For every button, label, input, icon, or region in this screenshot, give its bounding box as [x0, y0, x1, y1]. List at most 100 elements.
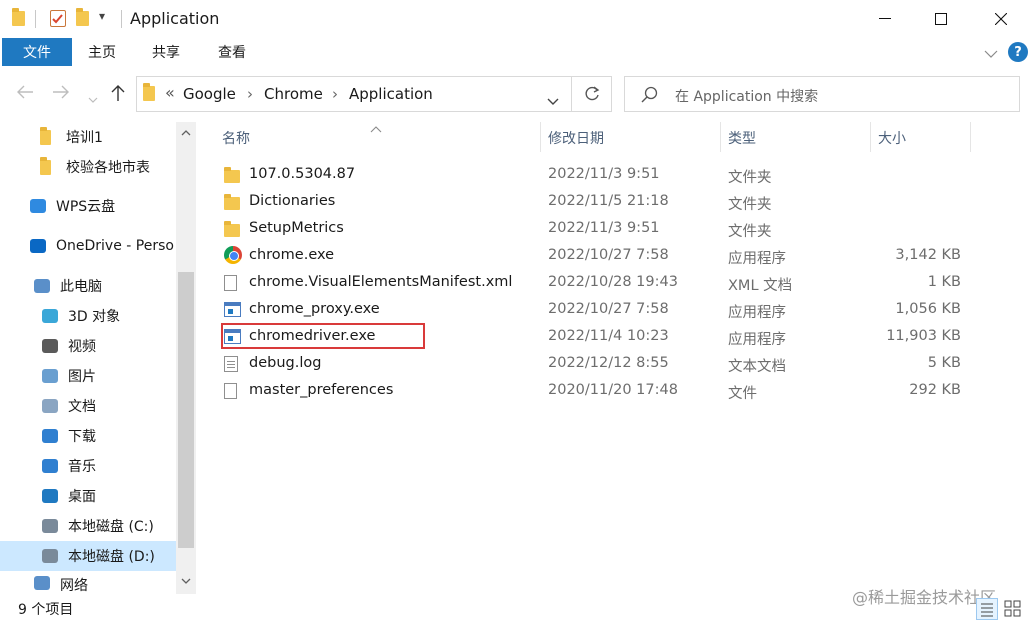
cloud-icon	[30, 198, 48, 214]
folder-icon	[40, 157, 58, 175]
3d-objects-icon	[42, 308, 60, 324]
file-size: 1,056 KB	[895, 301, 961, 317]
address-bar[interactable]: « Google › Chrome › Application	[136, 76, 572, 112]
column-header-type[interactable]: 类型	[728, 128, 756, 150]
column-header-name[interactable]: 名称	[222, 128, 250, 150]
sidebar-item-label: 网络	[60, 578, 88, 594]
up-arrow-icon[interactable]	[110, 84, 126, 106]
breadcrumb-google[interactable]: Google	[183, 85, 236, 103]
scroll-down-icon[interactable]	[176, 572, 196, 590]
search-placeholder: 在 Application 中搜索	[675, 89, 819, 105]
maximize-icon	[935, 13, 947, 25]
minimize-button[interactable]	[862, 0, 908, 38]
sidebar-item[interactable]: 校验各地市表	[0, 152, 176, 182]
sidebar-item-label: 下载	[68, 429, 96, 445]
help-button[interactable]: ?	[1008, 42, 1028, 62]
file-row[interactable]: master_preferences 2020/11/20 17:48 文件 292 …	[220, 378, 980, 405]
sidebar-item[interactable]: 图片	[0, 361, 176, 391]
ribbon-expand-icon[interactable]	[984, 44, 998, 63]
file-row[interactable]: debug.log 2022/12/12 8:55 文本文档 5 KB	[220, 351, 980, 378]
search-icon	[641, 86, 659, 108]
column-divider[interactable]	[720, 122, 721, 152]
file-row[interactable]: chrome.VisualElementsManifest.xml 2022/10…	[220, 270, 980, 297]
sidebar-item[interactable]: 3D 对象	[0, 301, 176, 331]
file-name: chrome.VisualElementsManifest.xml	[249, 274, 513, 290]
file-type: 应用程序	[728, 332, 786, 348]
sidebar-item[interactable]: 本地磁盘 (C:)	[0, 511, 176, 541]
close-button[interactable]	[978, 0, 1024, 38]
details-view-icon	[981, 603, 993, 617]
log-icon	[224, 356, 238, 372]
maximize-button[interactable]	[918, 0, 964, 38]
search-box[interactable]: 在 Application 中搜索	[624, 76, 1020, 112]
address-dropdown-icon[interactable]	[547, 91, 559, 110]
breadcrumb-separator-icon[interactable]: ›	[247, 85, 253, 103]
computer-icon	[34, 278, 52, 294]
sidebar-item[interactable]: 下载	[0, 421, 176, 451]
breadcrumb-separator-icon[interactable]: ›	[332, 85, 338, 103]
document-icon	[224, 383, 237, 399]
file-row[interactable]: Dictionaries 2022/11/5 21:18 文件夹	[220, 189, 980, 216]
file-type: 应用程序	[728, 251, 786, 267]
refresh-button[interactable]	[572, 76, 612, 112]
quick-access-dropdown-icon[interactable]: ▾	[99, 9, 105, 23]
sidebar-item[interactable]: 视频	[0, 331, 176, 361]
tab-home[interactable]: 主页	[88, 38, 116, 66]
file-type: 文件夹	[728, 224, 772, 240]
column-divider[interactable]	[970, 122, 971, 152]
new-folder-icon[interactable]	[76, 8, 89, 26]
sidebar-item[interactable]: WPS云盘	[0, 191, 176, 221]
column-header-date[interactable]: 修改日期	[548, 128, 604, 150]
properties-icon[interactable]	[50, 10, 66, 27]
column-header-size[interactable]: 大小	[878, 128, 906, 150]
large-icons-view-button[interactable]	[1002, 598, 1024, 620]
sidebar-item[interactable]: 网络	[0, 575, 176, 594]
tab-file[interactable]: 文件	[2, 38, 72, 66]
breadcrumb-application[interactable]: Application	[349, 85, 433, 103]
file-row[interactable]: SetupMetrics 2022/11/3 9:51 文件夹	[220, 216, 980, 243]
tab-share[interactable]: 共享	[152, 38, 180, 66]
sidebar-scroll-thumb[interactable]	[178, 272, 194, 548]
folder-icon	[143, 83, 155, 101]
recent-locations-icon[interactable]	[88, 89, 98, 108]
refresh-icon	[585, 86, 599, 101]
column-divider[interactable]	[540, 122, 541, 152]
file-row[interactable]: 107.0.5304.87 2022/11/3 9:51 文件夹	[220, 162, 980, 189]
back-arrow-icon[interactable]	[16, 84, 34, 104]
file-size: 5 KB	[927, 355, 961, 371]
tab-view[interactable]: 查看	[218, 38, 246, 66]
sort-ascending-icon	[370, 118, 382, 137]
file-type: 文本文档	[728, 359, 786, 375]
sidebar-item[interactable]: OneDrive - Perso	[0, 231, 176, 261]
sidebar-item[interactable]: 文档	[0, 391, 176, 421]
sidebar-item-label: 本地磁盘 (C:)	[68, 519, 154, 535]
sidebar-item[interactable]: 此电脑	[0, 271, 176, 301]
sidebar-item-label: 此电脑	[60, 279, 102, 295]
sidebar-item[interactable]: 音乐	[0, 451, 176, 481]
column-divider[interactable]	[870, 122, 871, 152]
scroll-up-icon[interactable]	[176, 124, 196, 142]
forward-arrow-icon[interactable]	[52, 84, 70, 104]
file-date: 2022/11/3 9:51	[548, 166, 660, 182]
file-name: SetupMetrics	[249, 220, 344, 236]
sidebar-item[interactable]: 培训1	[0, 122, 176, 152]
file-date: 2022/11/5 21:18	[548, 193, 669, 209]
pictures-icon	[42, 368, 60, 384]
file-row[interactable]: chrome.exe 2022/10/27 7:58 应用程序 3,142 KB	[220, 243, 980, 270]
exe-icon	[224, 302, 241, 317]
file-date: 2022/11/3 9:51	[548, 220, 660, 236]
sidebar-item[interactable]: 桌面	[0, 481, 176, 511]
folder-icon	[224, 194, 240, 210]
file-row[interactable]: chrome_proxy.exe 2022/10/27 7:58 应用程序 1,056…	[220, 297, 980, 324]
file-type: 文件	[728, 386, 757, 402]
explorer-folder-icon	[12, 8, 25, 26]
file-date: 2020/11/20 17:48	[548, 382, 678, 398]
breadcrumb-overflow-icon[interactable]: «	[165, 83, 175, 102]
window-title: Application	[130, 9, 220, 28]
file-name: debug.log	[249, 355, 322, 371]
highlight-annotation-box	[221, 323, 425, 349]
details-view-button[interactable]	[976, 598, 998, 620]
breadcrumb-chrome[interactable]: Chrome	[264, 85, 323, 103]
sidebar-item-label: 文档	[68, 399, 96, 415]
sidebar-item[interactable]: 本地磁盘 (D:)	[0, 541, 176, 571]
